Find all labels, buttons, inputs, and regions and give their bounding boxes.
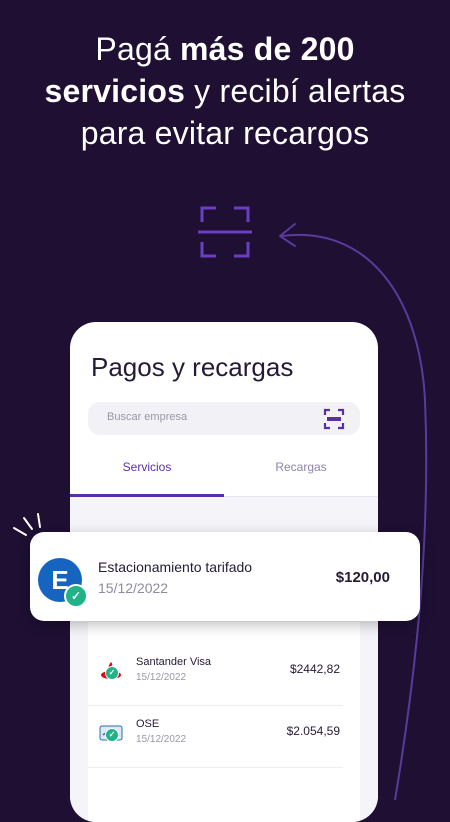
payments-list: ✓ Santander Visa 15/12/2022 $2442,82 ✓ O… — [88, 622, 360, 822]
payment-date: 15/12/2022 — [98, 580, 169, 596]
payment-date: 15/12/2022 — [136, 672, 187, 683]
payment-name: OSE — [136, 718, 160, 730]
list-item[interactable]: ✓ Santander Visa 15/12/2022 $2442,82 — [88, 644, 360, 706]
payment-name: Santander Visa — [136, 656, 212, 668]
search-placeholder: Buscar empresa — [107, 411, 188, 423]
payment-amount: $2442,82 — [289, 662, 340, 676]
check-icon: ✓ — [64, 584, 88, 608]
payment-amount: $2.054,59 — [286, 724, 340, 738]
divider — [88, 767, 343, 768]
tab-bar: Servicios Recargas — [70, 450, 378, 497]
scan-icon — [198, 206, 252, 258]
check-icon: ✓ — [105, 728, 119, 742]
payment-date: 15/12/2022 — [136, 734, 187, 745]
highlighted-payment-card[interactable]: E ✓ Estacionamiento tarifado 15/12/2022 … — [30, 532, 420, 621]
scan-barcode-icon[interactable] — [322, 407, 346, 431]
search-input[interactable]: Buscar empresa — [88, 402, 360, 435]
payment-amount: $120,00 — [335, 569, 390, 586]
sparkle-icon — [13, 513, 41, 536]
check-icon: ✓ — [105, 666, 119, 680]
page-title: Pagos y recargas — [91, 352, 294, 382]
tab-recargas[interactable]: Recargas — [224, 460, 378, 474]
tab-servicios[interactable]: Servicios — [70, 460, 224, 474]
payment-name: Estacionamiento tarifado — [98, 559, 253, 575]
list-item[interactable]: ✓ OSE 15/12/2022 $2.054,59 — [88, 706, 360, 768]
